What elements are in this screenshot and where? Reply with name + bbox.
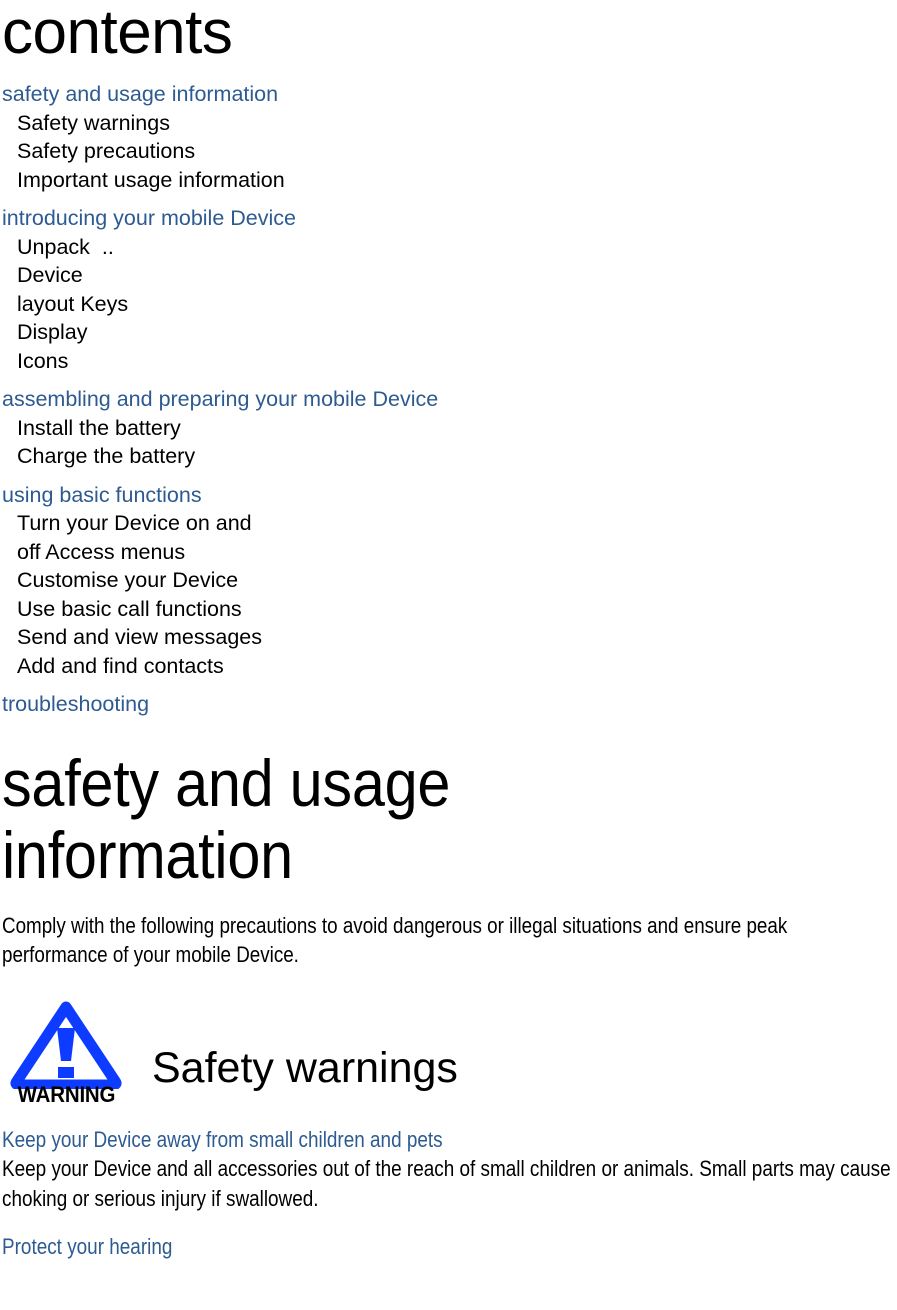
safety-item: Protect your hearing bbox=[2, 1232, 895, 1261]
toc-entry[interactable]: Unpack .. bbox=[2, 233, 895, 262]
toc-entry[interactable]: Important usage information bbox=[2, 166, 895, 195]
toc-entry[interactable]: Use basic call functions bbox=[2, 595, 895, 624]
toc-section-heading[interactable]: introducing your mobile Device bbox=[2, 204, 895, 233]
toc-section-heading[interactable]: assembling and preparing your mobile Dev… bbox=[2, 385, 895, 414]
safety-warnings-heading: Safety warnings bbox=[152, 1043, 458, 1092]
toc-group: troubleshooting bbox=[2, 690, 895, 719]
document-page: contents safety and usage information Sa… bbox=[0, 0, 897, 1310]
toc-entry[interactable]: Icons bbox=[2, 347, 895, 376]
toc-group: introducing your mobile Device Unpack ..… bbox=[2, 204, 895, 375]
toc-entry[interactable]: Device bbox=[2, 261, 895, 290]
table-of-contents: safety and usage information Safety warn… bbox=[2, 80, 895, 719]
toc-entry[interactable]: Safety warnings bbox=[2, 109, 895, 138]
chapter-heading: safety and usage information bbox=[2, 719, 894, 891]
toc-entry[interactable]: layout Keys bbox=[2, 290, 895, 319]
toc-section-heading[interactable]: troubleshooting bbox=[2, 690, 895, 719]
safety-item-title: Keep your Device away from small childre… bbox=[2, 1126, 443, 1152]
warning-icon-group: WARNING bbox=[2, 999, 130, 1107]
toc-entry[interactable]: Send and view messages bbox=[2, 623, 895, 652]
safety-item-body: Keep your Device and all accessories out… bbox=[2, 1155, 891, 1211]
warning-triangle-icon bbox=[10, 1001, 122, 1089]
toc-entry[interactable]: off Access menus bbox=[2, 538, 895, 567]
page-title: contents bbox=[2, 0, 233, 67]
toc-section-heading[interactable]: using basic functions bbox=[2, 481, 895, 510]
toc-entry[interactable]: Turn your Device on and bbox=[2, 509, 895, 538]
chapter-heading-line-1: safety and usage bbox=[2, 745, 451, 820]
chapter-intro-paragraph: Comply with the following precautions to… bbox=[2, 912, 788, 967]
safety-items-list: Keep your Device away from small childre… bbox=[2, 1107, 895, 1261]
toc-group: assembling and preparing your mobile Dev… bbox=[2, 385, 895, 471]
toc-group: using basic functions Turn your Device o… bbox=[2, 481, 895, 681]
safety-item-title: Protect your hearing bbox=[2, 1233, 173, 1259]
safety-warnings-header: WARNING Safety warnings bbox=[2, 969, 895, 1107]
chapter-heading-line-2: information bbox=[2, 817, 293, 892]
toc-group: safety and usage information Safety warn… bbox=[2, 80, 895, 194]
toc-entry[interactable]: Safety precautions bbox=[2, 137, 895, 166]
toc-entry[interactable]: Customise your Device bbox=[2, 566, 895, 595]
toc-entry[interactable]: Display bbox=[2, 318, 895, 347]
toc-entry[interactable]: Charge the battery bbox=[2, 442, 895, 471]
toc-entry[interactable]: Install the battery bbox=[2, 414, 895, 443]
warning-icon-label: WARNING bbox=[17, 1081, 115, 1107]
toc-section-heading[interactable]: safety and usage information bbox=[2, 80, 895, 109]
toc-entry[interactable]: Add and find contacts bbox=[2, 652, 895, 681]
safety-item: Keep your Device away from small childre… bbox=[2, 1125, 895, 1214]
